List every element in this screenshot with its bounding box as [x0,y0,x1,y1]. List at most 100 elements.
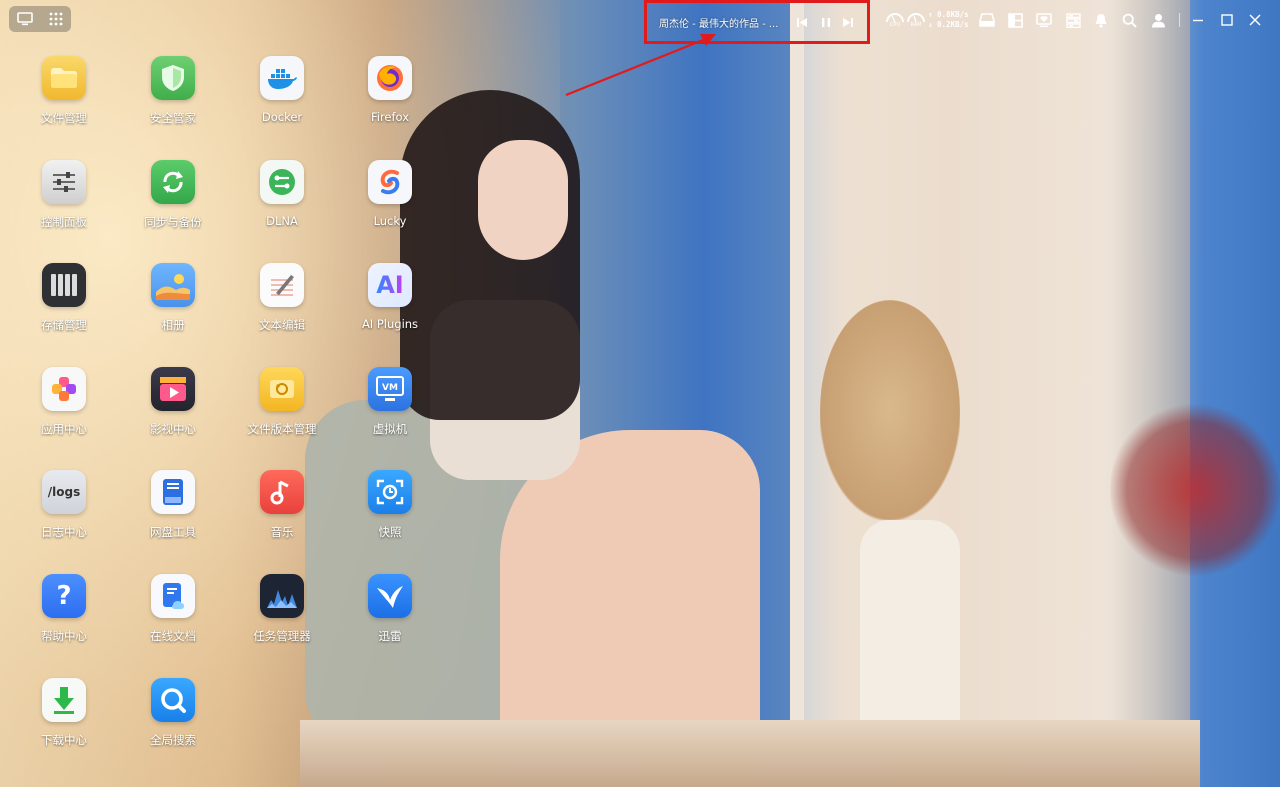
desktop-app-docker[interactable]: Docker [232,56,332,124]
desktop-app-folder[interactable]: 文件管理 [14,56,114,126]
task-manager-icon [260,574,304,618]
desktop-app-logs[interactable]: /logs 日志中心 [14,470,114,540]
app-label: 相册 [161,318,185,332]
app-label: 影视中心 [150,422,196,436]
desktop-app-storage[interactable]: 存储管理 [14,263,114,333]
app-label: 全局搜索 [150,733,196,747]
desktop-app-help[interactable]: ? 帮助中心 [14,574,114,644]
app-label: 日志中心 [41,525,87,539]
app-label: 存储管理 [41,318,87,332]
desktop-app-thunder[interactable]: 迅雷 [340,574,440,644]
logs-icon: /logs [42,470,86,514]
shield-icon [151,56,195,100]
icon-text: ? [56,581,72,611]
app-label: 网盘工具 [150,525,196,539]
desktop-app-text-edit[interactable]: 文本编辑 [232,263,332,333]
cpu-gauge[interactable]: CPU [885,9,905,31]
search-button[interactable] [1120,11,1138,29]
minimize-icon [1193,19,1203,22]
desktop-app-online-doc[interactable]: 在线文档 [123,574,223,644]
monitor-heart-icon [1036,12,1052,27]
layout-button[interactable] [1006,11,1024,29]
sliders-icon [42,160,86,204]
pause-button[interactable] [819,15,833,29]
desktop-app-video[interactable]: 影视中心 [123,367,223,437]
ram-label: RAM [910,22,922,28]
skip-next-icon [843,17,853,27]
cloud-drive-icon [151,470,195,514]
sync-icon [151,160,195,204]
storage-icon [42,263,86,307]
previous-track-button[interactable] [795,15,809,29]
desktop-app-global-search[interactable]: 全局搜索 [123,678,223,748]
svg-text:VM: VM [382,383,398,393]
close-icon [1249,14,1261,26]
desktop-app-cloud-drive[interactable]: 网盘工具 [123,470,223,540]
desktop-app-vm[interactable]: VM 虚拟机 [340,367,440,437]
desktop-app-dlna[interactable]: DLNA [232,160,332,228]
desktop-app-file-version[interactable]: 文件版本管理 [232,367,332,437]
maximize-button[interactable] [1218,11,1236,29]
ram-gauge[interactable]: RAM [906,9,926,31]
thunder-icon [368,574,412,618]
app-label: 任务管理器 [253,629,311,643]
file-version-icon [260,367,304,411]
app-label: 迅雷 [378,629,402,643]
app-launcher-button[interactable] [46,10,66,28]
notifications-button[interactable] [1092,11,1110,29]
download-icon [42,678,86,722]
download-speed: ↓ 0.2KB/s [928,20,969,29]
cpu-label: CPU [889,22,901,28]
icon-text: /logs [47,485,81,499]
video-icon [151,367,195,411]
now-playing-title[interactable]: 周杰伦 - 最伟大的作品 - ... [659,15,784,30]
upload-speed: ↑ 0.8KB/s [928,10,969,19]
desktop-app-snapshot[interactable]: 快照 [340,470,440,540]
dlna-icon [260,160,304,204]
lucky-icon [368,160,412,204]
app-label: DLNA [266,214,298,228]
storage-status-button[interactable] [978,11,996,29]
media-player-widget[interactable]: 周杰伦 - 最伟大的作品 - ... [644,0,870,44]
desktop-app-ai[interactable]: AI AI Plugins [340,263,440,331]
app-label: 文件管理 [41,111,87,125]
close-button[interactable] [1246,11,1264,29]
network-speed[interactable]: ↑ 0.8KB/s ↓ 0.2KB/s [928,10,969,30]
system-status-button[interactable] [1064,11,1082,29]
app-label: 音乐 [270,525,294,539]
vm-icon: VM [368,367,412,411]
minimize-button[interactable] [1189,11,1207,29]
top-left-controls [9,6,71,32]
desktop-app-lucky[interactable]: Lucky [340,160,440,228]
remote-desktop-button[interactable] [1035,11,1053,29]
desktop-app-task-manager[interactable]: 任务管理器 [232,574,332,644]
app-label: 同步与备份 [144,215,202,229]
desktop-app-shield[interactable]: 安全管家 [123,56,223,126]
desktop-app-download[interactable]: 下载中心 [14,678,114,748]
online-doc-icon [151,574,195,618]
desktop-app-sync[interactable]: 同步与备份 [123,160,223,230]
app-label: 快照 [378,525,402,539]
grid-icon [49,12,62,26]
pause-icon [822,17,830,27]
app-center-icon [42,367,86,411]
desktop-app-photo[interactable]: 相册 [123,263,223,333]
search-icon [1122,13,1137,28]
ai-icon: AI [368,263,412,307]
folder-icon [42,56,86,100]
app-label: 在线文档 [150,629,196,643]
hard-drive-icon [979,13,995,27]
desktop-app-sliders[interactable]: 控制面板 [14,160,114,230]
firefox-icon [368,56,412,100]
app-label: 下载中心 [41,733,87,747]
icon-text: AI [376,271,404,299]
next-track-button[interactable] [841,15,855,29]
desktop-app-app-center[interactable]: 应用中心 [14,367,114,437]
user-button[interactable] [1149,11,1167,29]
desktop-app-music[interactable]: 音乐 [232,470,332,540]
show-desktop-button[interactable] [15,10,35,28]
global-search-icon [151,678,195,722]
desktop-app-firefox[interactable]: Firefox [340,56,440,124]
music-icon [260,470,304,514]
snapshot-icon [368,470,412,514]
